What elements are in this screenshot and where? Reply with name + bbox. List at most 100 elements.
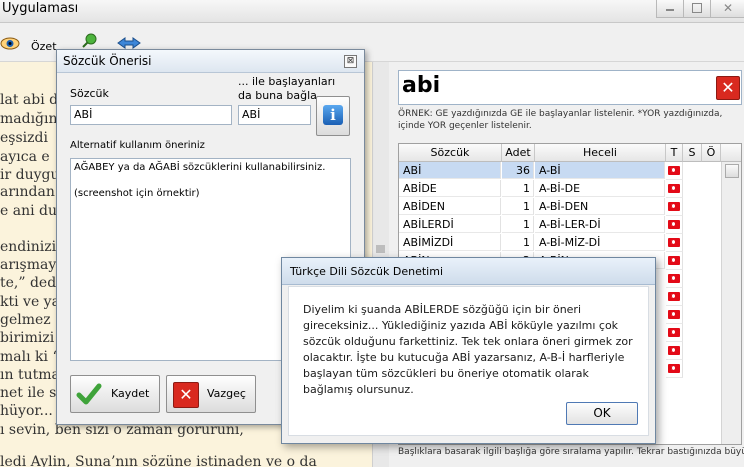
cell-syllable: A-Bİ-DEN	[535, 198, 665, 215]
dialog-title: Sözcük Önerisi	[63, 54, 152, 68]
doc-line: e ani du	[0, 203, 58, 219]
doc-line: madığın	[0, 111, 58, 127]
doc-line: arından	[0, 184, 55, 200]
prefix-input[interactable]: ABİ	[238, 105, 311, 125]
info-button[interactable]: i	[316, 96, 350, 136]
ok-button[interactable]: OK	[566, 402, 638, 425]
doc-line: lat abi d	[0, 92, 59, 108]
main-title-bar: Uygulaması ✕	[0, 0, 744, 23]
minimize-button[interactable]	[656, 0, 684, 18]
cell-word: ABİ	[399, 162, 501, 179]
cell-flag[interactable]	[666, 288, 683, 306]
alternative-text-line: (screenshot için örnektir)	[74, 188, 200, 199]
turkish-flag-icon	[668, 328, 680, 337]
col-header-syllable[interactable]: Heceli	[535, 144, 666, 162]
alternative-text-line: AĞABEY ya da AĞABİ sözcüklerini kullanab…	[74, 162, 326, 173]
col-header-count[interactable]: Adet	[502, 144, 535, 162]
maximize-icon	[692, 3, 702, 13]
doc-line: kti ve ya	[0, 294, 60, 310]
cell-count: 1	[502, 234, 534, 251]
col-header-spacer	[721, 144, 741, 162]
cell-flag[interactable]	[666, 270, 683, 288]
turkish-flag-icon	[668, 202, 680, 211]
word-input[interactable]: ABİ	[70, 105, 232, 125]
message-text: Diyelim ki şuanda ABİLERDE sözğüğü için …	[303, 303, 633, 396]
search-value: abi	[402, 73, 441, 98]
cancel-button[interactable]: ✕ Vazgeç	[166, 375, 256, 413]
cell-syllable: A-Bİ-MİZ-Dİ	[535, 234, 665, 251]
cancel-label: Vazgeç	[207, 387, 246, 400]
doc-line: malı ki “	[0, 349, 60, 365]
doc-line: birimizi	[0, 330, 55, 346]
doc-line: ir duygu	[0, 167, 60, 183]
cell-flag[interactable]	[666, 198, 683, 216]
delete-icon: ✕	[721, 78, 735, 97]
turkish-flag-icon	[668, 166, 680, 175]
cell-syllable: A-Bİ	[535, 162, 665, 179]
cell-flag[interactable]	[666, 360, 683, 378]
turkish-flag-icon	[668, 364, 680, 373]
cell-count: 1	[502, 198, 534, 215]
arrows-icon[interactable]	[116, 36, 142, 50]
cell-count: 1	[502, 216, 534, 233]
cell-word: ABİDE	[399, 180, 501, 197]
doc-line: eşsizdi	[0, 130, 48, 146]
doc-line: ledi Aylin, Suna’nın sözüne istinaden ve…	[0, 454, 317, 467]
col-header-s[interactable]: S	[683, 144, 702, 162]
doc-line: endinizi	[0, 239, 57, 255]
dialog-title-bar: Sözcük Önerisi ⊠	[57, 50, 364, 73]
doc-line: gelmez	[0, 312, 51, 328]
turkish-flag-icon	[668, 310, 680, 319]
turkish-flag-icon	[668, 184, 680, 193]
doc-line: net ile s	[0, 385, 57, 401]
pin-icon[interactable]	[80, 33, 98, 49]
search-input[interactable]: abi	[398, 70, 742, 105]
turkish-flag-icon	[668, 274, 680, 283]
cell-flag[interactable]	[666, 180, 683, 198]
cell-flag[interactable]	[666, 162, 683, 180]
cell-flag[interactable]	[666, 324, 683, 342]
doc-line: hüyor...	[0, 403, 53, 419]
close-icon: ⊠	[346, 56, 355, 66]
cell-count: 36	[502, 162, 534, 179]
dialog-close-button[interactable]: ⊠	[344, 55, 357, 68]
turkish-flag-icon	[668, 238, 680, 247]
message-title-bar: Türkçe Dili Sözcük Denetimi	[282, 258, 655, 285]
table-scrollbar[interactable]	[721, 162, 741, 444]
scrollbar-thumb[interactable]	[376, 245, 385, 253]
scroll-up-button[interactable]	[725, 164, 739, 178]
search-hint: ÖRNEK: GE yazdığınızda GE ile başlayanla…	[398, 109, 723, 131]
cell-syllable: A-Bİ-DE	[535, 180, 665, 197]
minimize-icon	[666, 9, 674, 11]
close-icon: ✕	[722, 1, 734, 15]
col-header-word[interactable]: Sözcük	[399, 144, 502, 162]
doc-line: arışmay	[0, 257, 57, 273]
cell-word: ABİDEN	[399, 198, 501, 215]
window-title: Uygulaması	[2, 1, 79, 16]
table-footer-hint: Başlıklara basarak ilgili başlığa göre s…	[398, 447, 744, 457]
eye-icon[interactable]	[0, 37, 20, 50]
checkmark-icon	[76, 381, 102, 407]
clear-search-button[interactable]: ✕	[716, 76, 740, 100]
save-button[interactable]: Kaydet	[70, 375, 160, 413]
info-icon: i	[323, 105, 343, 125]
cell-count: 1	[502, 180, 534, 197]
maximize-button[interactable]	[683, 0, 711, 18]
word-label: Sözcük	[70, 87, 109, 100]
toolbar-ozet-label[interactable]: Özet	[31, 40, 57, 53]
window-close-button[interactable]: ✕	[710, 0, 744, 18]
message-title: Türkçe Dili Sözcük Denetimi	[290, 265, 444, 278]
turkish-flag-icon	[668, 346, 680, 355]
cell-flag[interactable]	[666, 342, 683, 360]
turkish-flag-icon	[668, 220, 680, 229]
doc-line: ın tutma	[0, 367, 60, 383]
col-header-t[interactable]: T	[666, 144, 683, 162]
alternative-label: Alternatif kullanım öneriniz	[70, 140, 205, 151]
cell-flag[interactable]	[666, 216, 683, 234]
cell-flag[interactable]	[666, 252, 683, 270]
cell-flag[interactable]	[666, 306, 683, 324]
cell-flag[interactable]	[666, 234, 683, 252]
col-header-o[interactable]: Ö	[702, 144, 721, 162]
doc-line: te,” ded	[0, 275, 57, 291]
cell-word: ABİLERDİ	[399, 216, 501, 233]
